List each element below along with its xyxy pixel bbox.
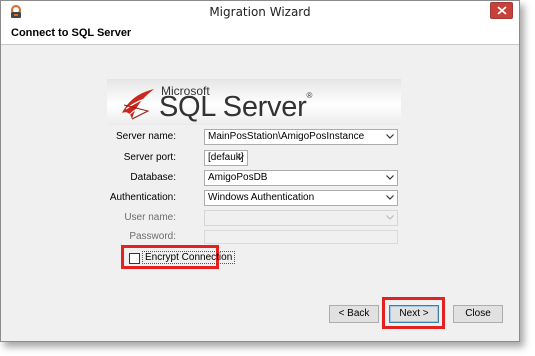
server-port-label: Server port: <box>123 152 176 163</box>
database-value: AmigoPosDB <box>208 172 268 183</box>
sql-server-logo: Microsoft SQL Server® <box>107 79 401 125</box>
close-button[interactable]: Close <box>453 305 503 323</box>
database-label: Database: <box>130 172 176 183</box>
user-name-combo[interactable] <box>204 210 398 226</box>
chevron-down-icon <box>236 155 244 160</box>
server-port-combo[interactable]: [default] <box>204 150 248 166</box>
user-name-label: User name: <box>124 212 176 223</box>
chevron-down-icon <box>386 134 394 139</box>
sql-server-emblem-icon <box>122 89 154 120</box>
title-bar: Migration Wizard <box>1 1 519 23</box>
step-title: Connect to SQL Server <box>11 27 132 39</box>
chevron-down-icon <box>386 215 394 220</box>
authentication-combo[interactable]: Windows Authentication <box>204 190 398 206</box>
password-label: Password: <box>129 231 176 242</box>
server-name-label: Server name: <box>115 131 176 142</box>
authentication-value: Windows Authentication <box>208 192 315 203</box>
close-icon <box>497 6 507 15</box>
window-close-button[interactable] <box>490 2 513 19</box>
back-button[interactable]: < Back <box>329 305 379 323</box>
authentication-label: Authentication: <box>109 192 176 203</box>
encrypt-connection-checkbox[interactable] <box>129 253 140 264</box>
migration-wizard-window: Migration Wizard Connect to SQL Server M… <box>0 0 520 342</box>
database-combo[interactable]: AmigoPosDB <box>204 170 398 186</box>
window-title: Migration Wizard <box>209 5 311 19</box>
logo-registered-mark: ® <box>306 91 313 100</box>
logo-product-name: SQL Server <box>159 91 307 123</box>
server-name-combo[interactable]: MainPosStation\AmigoPosInstance <box>204 129 398 145</box>
password-field[interactable] <box>204 230 398 244</box>
chevron-down-icon <box>386 175 394 180</box>
chevron-down-icon <box>386 195 394 200</box>
wizard-header: Connect to SQL Server <box>1 23 519 45</box>
server-name-value: MainPosStation\AmigoPosInstance <box>208 131 365 142</box>
logo-product-text: SQL Server® <box>159 91 312 124</box>
encrypt-connection-label[interactable]: Encrypt Connection <box>142 251 236 264</box>
next-button[interactable]: Next > <box>389 305 439 323</box>
